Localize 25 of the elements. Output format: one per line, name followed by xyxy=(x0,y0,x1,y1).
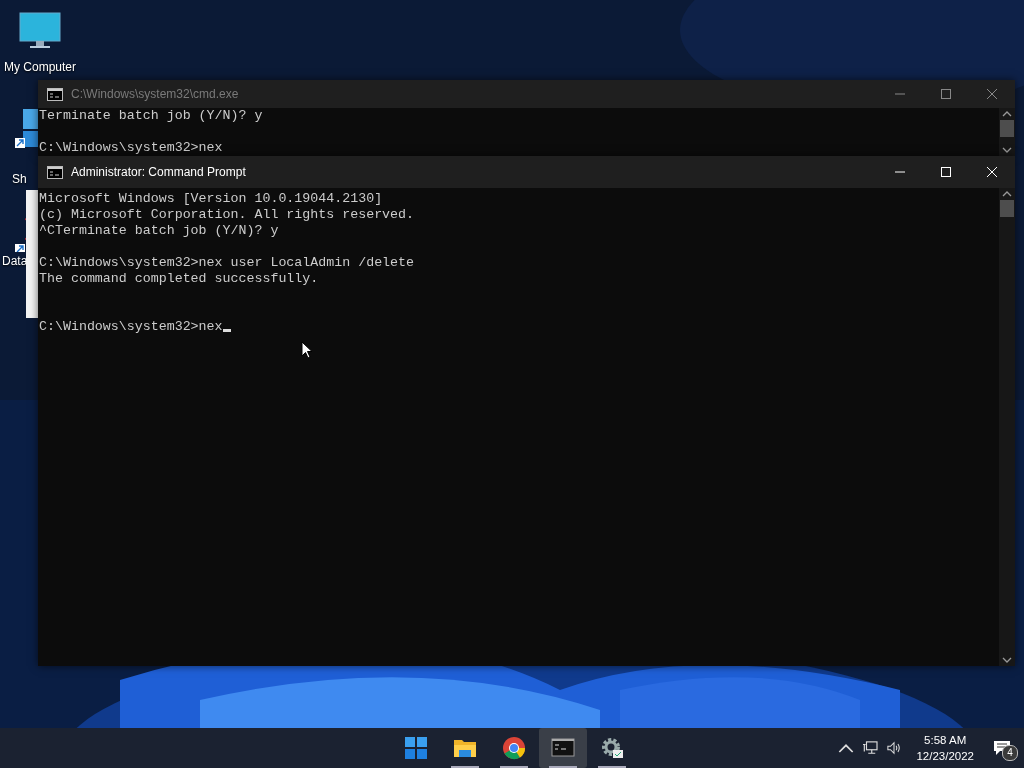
console-icon xyxy=(47,87,63,101)
notifications-button[interactable]: 4 xyxy=(988,733,1016,763)
icon-label[interactable]: My Computer xyxy=(4,60,76,74)
gear-icon xyxy=(600,736,624,760)
window-title: Administrator: Command Prompt xyxy=(71,165,247,179)
scroll-thumb[interactable] xyxy=(1000,120,1014,137)
scroll-thumb[interactable] xyxy=(1000,200,1014,217)
console-icon xyxy=(47,165,63,179)
start-icon xyxy=(404,736,428,760)
console-output: Microsoft Windows [Version 10.0.19044.2130] (c) Microsoft Corporation. All rights reserved. ^CTerminate batch job (Y/N)? y C:\Windows\system32>nex user LocalAdmin /delete The command completed successfully. C:\Windows\system32>nex xyxy=(39,191,415,334)
scrollbar[interactable] xyxy=(999,108,1015,156)
mouse-pointer-icon xyxy=(301,341,313,359)
scrollbar[interactable] xyxy=(999,188,1015,666)
terminal-icon xyxy=(551,736,575,760)
console-output: Terminate batch job (Y/N)? y C:\Windows\system32>nex xyxy=(39,108,263,155)
clock[interactable]: 5:58 AM 12/23/2022 xyxy=(910,732,980,764)
chrome-icon xyxy=(502,736,526,760)
icon-label[interactable]: Sh xyxy=(12,172,27,186)
notification-count: 4 xyxy=(1002,745,1018,761)
network-icon[interactable] xyxy=(862,741,879,755)
volume-icon[interactable] xyxy=(886,741,903,755)
window-shortcut-icon[interactable] xyxy=(14,108,38,148)
icon-label[interactable]: Data xyxy=(2,254,28,268)
taskbar-button[interactable] xyxy=(539,728,587,768)
window-title: C:\Windows\system32\cmd.exe xyxy=(71,87,240,101)
